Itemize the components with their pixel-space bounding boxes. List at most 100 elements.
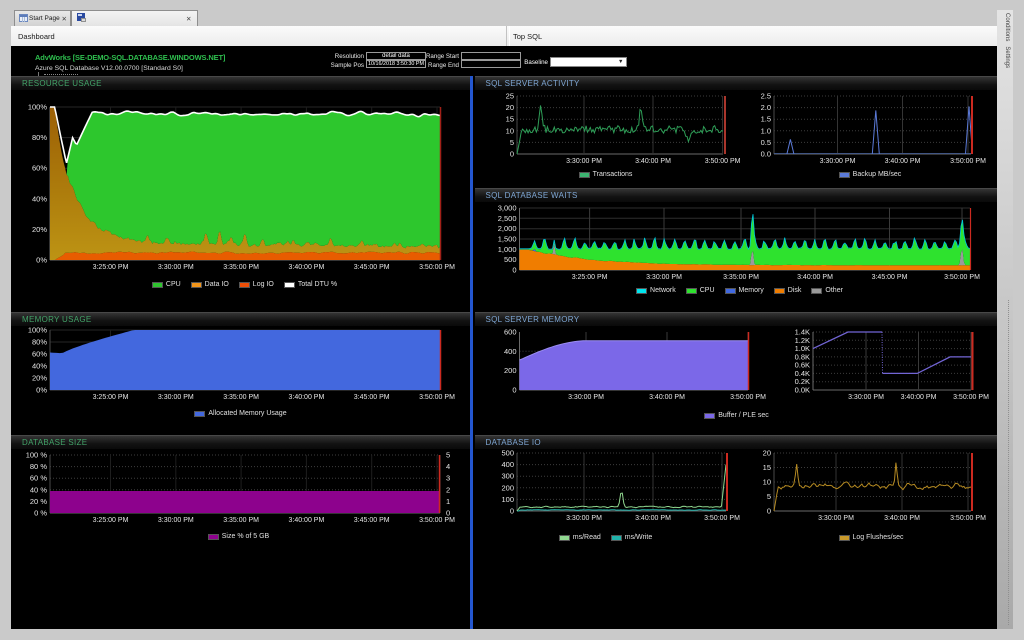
svg-text:3:30:00 PM: 3:30:00 PM: [848, 394, 884, 401]
svg-text:500: 500: [501, 449, 514, 458]
svg-text:0: 0: [512, 266, 516, 275]
svg-text:3:40:00 PM: 3:40:00 PM: [288, 264, 324, 271]
svg-text:3:30:00 PM: 3:30:00 PM: [820, 158, 856, 165]
svg-text:400: 400: [501, 460, 514, 469]
svg-text:100: 100: [501, 495, 514, 504]
svg-text:3:35:00 PM: 3:35:00 PM: [223, 394, 259, 401]
svg-text:3:40:00 PM: 3:40:00 PM: [884, 515, 920, 522]
svg-text:3:45:00 PM: 3:45:00 PM: [354, 517, 390, 524]
svg-text:40 %: 40 %: [30, 485, 47, 494]
svg-text:1.5: 1.5: [761, 115, 771, 124]
svg-text:3:40:00 PM: 3:40:00 PM: [288, 517, 324, 524]
svg-text:10: 10: [506, 126, 514, 135]
svg-text:3:25:00 PM: 3:25:00 PM: [572, 274, 608, 281]
svg-text:40%: 40%: [32, 194, 47, 203]
svg-text:3:50:00 PM: 3:50:00 PM: [419, 394, 455, 401]
svg-text:2,000: 2,000: [498, 224, 517, 233]
svg-text:3:30:00 PM: 3:30:00 PM: [158, 517, 194, 524]
svg-text:0: 0: [510, 507, 514, 516]
svg-text:3:25:00 PM: 3:25:00 PM: [93, 394, 129, 401]
svg-text:5: 5: [510, 138, 514, 147]
svg-text:20: 20: [763, 449, 771, 458]
svg-text:200: 200: [501, 483, 514, 492]
svg-text:0%: 0%: [36, 386, 47, 395]
svg-text:80 %: 80 %: [30, 462, 47, 471]
svg-text:3:50:00 PM: 3:50:00 PM: [705, 158, 741, 165]
svg-text:3:50:00 PM: 3:50:00 PM: [704, 515, 740, 522]
svg-text:3:45:00 PM: 3:45:00 PM: [354, 264, 390, 271]
svg-text:3:30:00 PM: 3:30:00 PM: [158, 264, 194, 271]
svg-text:3:45:00 PM: 3:45:00 PM: [872, 274, 908, 281]
svg-text:3:35:00 PM: 3:35:00 PM: [723, 274, 759, 281]
svg-text:15: 15: [763, 463, 771, 472]
svg-text:3:40:00 PM: 3:40:00 PM: [635, 515, 671, 522]
svg-text:200: 200: [504, 366, 517, 375]
svg-text:3,000: 3,000: [498, 204, 517, 213]
svg-text:100%: 100%: [28, 103, 48, 112]
svg-text:3:40:00 PM: 3:40:00 PM: [635, 158, 671, 165]
svg-text:3:35:00 PM: 3:35:00 PM: [223, 517, 259, 524]
svg-text:60 %: 60 %: [30, 474, 47, 483]
svg-text:40%: 40%: [32, 362, 47, 371]
svg-text:2: 2: [446, 485, 450, 494]
svg-text:3:40:00 PM: 3:40:00 PM: [649, 394, 685, 401]
svg-text:3:50:00 PM: 3:50:00 PM: [944, 274, 980, 281]
svg-text:0: 0: [510, 150, 514, 159]
svg-text:3:30:00 PM: 3:30:00 PM: [818, 515, 854, 522]
svg-text:400: 400: [504, 347, 517, 356]
svg-text:0%: 0%: [36, 256, 47, 265]
svg-text:0.0K: 0.0K: [795, 386, 810, 395]
svg-text:3:30:00 PM: 3:30:00 PM: [566, 515, 602, 522]
svg-text:0: 0: [767, 507, 771, 516]
svg-text:60%: 60%: [32, 350, 47, 359]
svg-text:500: 500: [504, 255, 517, 264]
svg-text:1.0: 1.0: [761, 126, 771, 135]
svg-text:2.5: 2.5: [761, 92, 771, 101]
svg-text:3:30:00 PM: 3:30:00 PM: [568, 394, 604, 401]
svg-text:3:40:00 PM: 3:40:00 PM: [288, 394, 324, 401]
svg-text:3:50:00 PM: 3:50:00 PM: [953, 394, 989, 401]
svg-text:3:50:00 PM: 3:50:00 PM: [950, 515, 986, 522]
svg-text:3:25:00 PM: 3:25:00 PM: [93, 264, 129, 271]
svg-text:20: 20: [506, 103, 514, 112]
svg-text:20%: 20%: [32, 225, 47, 234]
svg-text:3:50:00 PM: 3:50:00 PM: [730, 394, 766, 401]
svg-text:80%: 80%: [32, 338, 47, 347]
svg-text:0 %: 0 %: [34, 509, 47, 518]
svg-text:3:45:00 PM: 3:45:00 PM: [354, 394, 390, 401]
svg-text:1: 1: [446, 497, 450, 506]
svg-text:5: 5: [767, 492, 771, 501]
svg-text:15: 15: [506, 115, 514, 124]
svg-text:3:40:00 PM: 3:40:00 PM: [797, 274, 833, 281]
svg-text:20%: 20%: [32, 374, 47, 383]
svg-text:3:30:00 PM: 3:30:00 PM: [646, 274, 682, 281]
svg-text:25: 25: [506, 92, 514, 101]
svg-text:3:30:00 PM: 3:30:00 PM: [158, 394, 194, 401]
svg-text:3: 3: [446, 474, 450, 483]
svg-text:100 %: 100 %: [26, 451, 48, 460]
svg-text:2.0: 2.0: [761, 103, 771, 112]
svg-text:600: 600: [504, 328, 517, 337]
svg-text:60%: 60%: [32, 164, 47, 173]
svg-text:3:35:00 PM: 3:35:00 PM: [223, 264, 259, 271]
svg-text:0.5: 0.5: [761, 138, 771, 147]
svg-text:300: 300: [501, 472, 514, 481]
svg-text:1,000: 1,000: [498, 245, 517, 254]
svg-text:3:25:00 PM: 3:25:00 PM: [93, 517, 129, 524]
svg-text:100%: 100%: [28, 326, 48, 335]
svg-text:3:50:00 PM: 3:50:00 PM: [950, 158, 986, 165]
svg-text:3:40:00 PM: 3:40:00 PM: [901, 394, 937, 401]
svg-text:0.0: 0.0: [761, 150, 771, 159]
svg-text:0: 0: [512, 386, 516, 395]
svg-text:80%: 80%: [32, 133, 47, 142]
svg-text:20 %: 20 %: [30, 497, 47, 506]
svg-text:10: 10: [763, 478, 771, 487]
svg-text:3:30:00 PM: 3:30:00 PM: [566, 158, 602, 165]
svg-text:2,500: 2,500: [498, 214, 517, 223]
svg-text:3:40:00 PM: 3:40:00 PM: [885, 158, 921, 165]
svg-text:1,500: 1,500: [498, 235, 517, 244]
svg-text:4: 4: [446, 462, 450, 471]
svg-text:5: 5: [446, 451, 450, 460]
svg-text:3:50:00 PM: 3:50:00 PM: [419, 517, 455, 524]
svg-text:3:50:00 PM: 3:50:00 PM: [419, 264, 455, 271]
